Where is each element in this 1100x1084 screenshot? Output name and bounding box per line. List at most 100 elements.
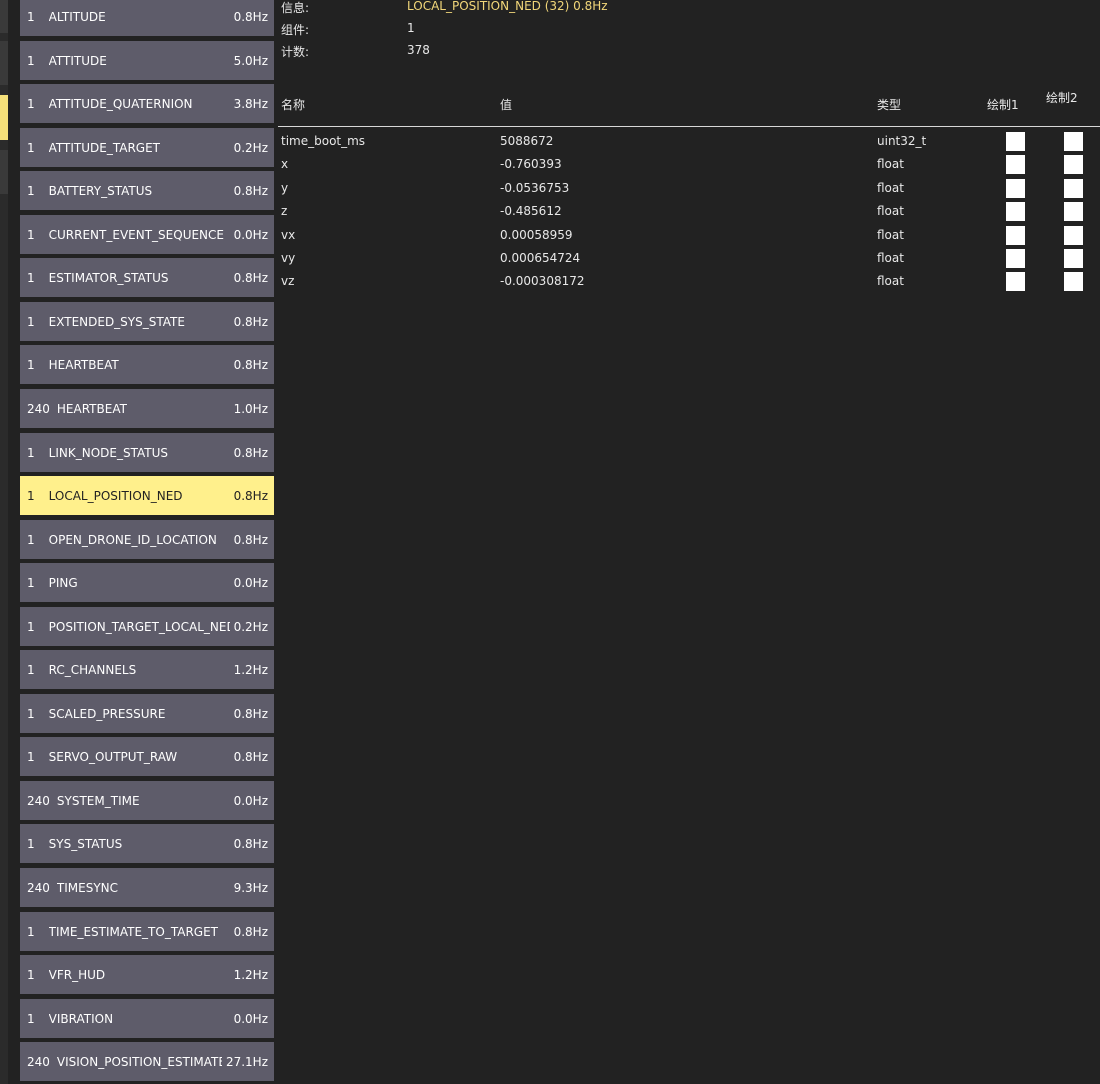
- count-value: 378: [407, 43, 430, 57]
- message-rate: 0.8Hz: [233, 488, 268, 503]
- table-row: vz -0.000308172 float: [0, 272, 1100, 295]
- message-name: SERVO_OUTPUT_RAW: [48, 749, 178, 764]
- plot2-checkbox[interactable]: [1064, 179, 1083, 198]
- message-name: OPEN_DRONE_ID_LOCATION: [48, 532, 217, 547]
- message-list-item[interactable]: 1 VIBRATION 0.0Hz: [20, 999, 274, 1038]
- message-name: ATTITUDE: [48, 53, 107, 68]
- message-list-item[interactable]: 1 ATTITUDE_QUATERNION 3.8Hz: [20, 84, 274, 123]
- message-list-item[interactable]: 1 LINK_NODE_STATUS 0.8Hz: [20, 433, 274, 472]
- message-name: TIME_ESTIMATE_TO_TARGET: [48, 924, 218, 939]
- message-list-item[interactable]: 1 ATTITUDE 5.0Hz: [20, 41, 274, 80]
- field-name: z: [281, 204, 288, 218]
- message-name: VISION_POSITION_ESTIMATE: [56, 1054, 222, 1069]
- message-rate: 0.8Hz: [233, 836, 268, 851]
- rail-button[interactable]: [0, 41, 8, 85]
- column-header-plot1: 绘制1: [987, 98, 1019, 112]
- message-list-item[interactable]: 240 SYSTEM_TIME 0.0Hz: [20, 781, 274, 820]
- message-component-id: 1: [27, 836, 35, 851]
- message-component-id: 1: [27, 445, 35, 460]
- message-component-id: 1: [27, 532, 35, 547]
- table-row: z -0.485612 float: [0, 202, 1100, 225]
- message-name: LOCAL_POSITION_NED: [48, 488, 183, 503]
- plot2-checkbox[interactable]: [1064, 249, 1083, 268]
- message-name: ATTITUDE_QUATERNION: [48, 96, 193, 111]
- field-type: float: [877, 157, 904, 171]
- message-list-item[interactable]: 1 EXTENDED_SYS_STATE 0.8Hz: [20, 302, 274, 341]
- message-name: VIBRATION: [48, 1011, 114, 1026]
- message-name: SYSTEM_TIME: [56, 793, 140, 808]
- plot1-checkbox[interactable]: [1006, 179, 1025, 198]
- message-rate: 0.8Hz: [233, 924, 268, 939]
- plot1-checkbox[interactable]: [1006, 202, 1025, 221]
- message-name: VFR_HUD: [48, 967, 106, 982]
- plot2-checkbox[interactable]: [1064, 132, 1083, 151]
- message-name: POSITION_TARGET_LOCAL_NED: [48, 619, 230, 634]
- message-component-id: 1: [27, 967, 35, 982]
- field-type: float: [877, 181, 904, 195]
- message-rate: 0.0Hz: [233, 575, 268, 590]
- message-rate: 0.0Hz: [233, 1011, 268, 1026]
- plot2-checkbox[interactable]: [1064, 272, 1083, 291]
- message-list-item[interactable]: 240 HEARTBEAT 1.0Hz: [20, 389, 274, 428]
- message-list-item[interactable]: 1 POSITION_TARGET_LOCAL_NED 0.2Hz: [20, 607, 274, 646]
- plot2-checkbox[interactable]: [1064, 202, 1083, 221]
- message-component-id: 240: [27, 880, 50, 895]
- message-component-id: 240: [27, 793, 50, 808]
- field-value: -0.0536753: [500, 181, 570, 195]
- message-component-id: 1: [27, 53, 35, 68]
- plot1-checkbox[interactable]: [1006, 226, 1025, 245]
- message-rate: 0.2Hz: [233, 619, 268, 634]
- plot2-checkbox[interactable]: [1064, 155, 1083, 174]
- message-component-id: 1: [27, 924, 35, 939]
- message-list-item[interactable]: 240 VISION_POSITION_ESTIMATE 27.1Hz: [20, 1042, 274, 1081]
- count-label: 计数:: [281, 45, 310, 59]
- message-list-item[interactable]: 1 RC_CHANNELS 1.2Hz: [20, 650, 274, 689]
- plot1-checkbox[interactable]: [1006, 132, 1025, 151]
- message-name: RC_CHANNELS: [48, 662, 137, 677]
- message-list-item[interactable]: 1 PING 0.0Hz: [20, 563, 274, 602]
- message-rate: 1.2Hz: [233, 967, 268, 982]
- rail-button[interactable]: [0, 0, 8, 33]
- message-list-item-selected[interactable]: 1 LOCAL_POSITION_NED 0.8Hz: [20, 476, 274, 515]
- field-value: -0.760393: [500, 157, 562, 171]
- message-name: HEARTBEAT: [56, 401, 127, 416]
- table-row: vx 0.00058959 float: [0, 226, 1100, 249]
- message-list-item[interactable]: 1 SYS_STATUS 0.8Hz: [20, 824, 274, 863]
- field-name: vz: [281, 274, 295, 288]
- message-rate: 0.8Hz: [233, 314, 268, 329]
- message-component-id: 1: [27, 619, 35, 634]
- message-name: LINK_NODE_STATUS: [48, 445, 168, 460]
- plot1-checkbox[interactable]: [1006, 272, 1025, 291]
- message-rate: 0.8Hz: [233, 532, 268, 547]
- message-list-item[interactable]: 240 TIMESYNC 9.3Hz: [20, 868, 274, 907]
- message-list-item[interactable]: 1 SERVO_OUTPUT_RAW 0.8Hz: [20, 737, 274, 776]
- message-rate: 1.2Hz: [233, 662, 268, 677]
- message-rate: 27.1Hz: [225, 1054, 268, 1069]
- message-list-item[interactable]: 1 SCALED_PRESSURE 0.8Hz: [20, 694, 274, 733]
- field-type: uint32_t: [877, 134, 927, 148]
- table-row: vy 0.000654724 float: [0, 249, 1100, 272]
- message-component-id: 1: [27, 357, 35, 372]
- message-component-id: 240: [27, 1054, 50, 1069]
- message-list-item[interactable]: 1 HEARTBEAT 0.8Hz: [20, 345, 274, 384]
- message-component-id: 1: [27, 488, 35, 503]
- message-list-item[interactable]: 1 ALTITUDE 0.8Hz: [20, 0, 274, 36]
- table-divider: [278, 126, 1100, 127]
- message-name: EXTENDED_SYS_STATE: [48, 314, 185, 329]
- message-rate: 9.3Hz: [233, 880, 268, 895]
- message-name: HEARTBEAT: [48, 357, 119, 372]
- message-list-item[interactable]: 1 VFR_HUD 1.2Hz: [20, 955, 274, 994]
- message-rate: 0.8Hz: [233, 749, 268, 764]
- field-value: 5088672: [500, 134, 554, 148]
- plot1-checkbox[interactable]: [1006, 155, 1025, 174]
- plot1-checkbox[interactable]: [1006, 249, 1025, 268]
- message-list-item[interactable]: 1 TIME_ESTIMATE_TO_TARGET 0.8Hz: [20, 912, 274, 951]
- message-rate: 3.8Hz: [233, 96, 268, 111]
- message-rate: 0.8Hz: [233, 357, 268, 372]
- message-component-id: 1: [27, 575, 35, 590]
- message-rate: 0.8Hz: [233, 9, 268, 24]
- column-header-value: 值: [500, 98, 513, 112]
- column-header-type: 类型: [877, 98, 902, 112]
- plot2-checkbox[interactable]: [1064, 226, 1083, 245]
- message-list-item[interactable]: 1 OPEN_DRONE_ID_LOCATION 0.8Hz: [20, 520, 274, 559]
